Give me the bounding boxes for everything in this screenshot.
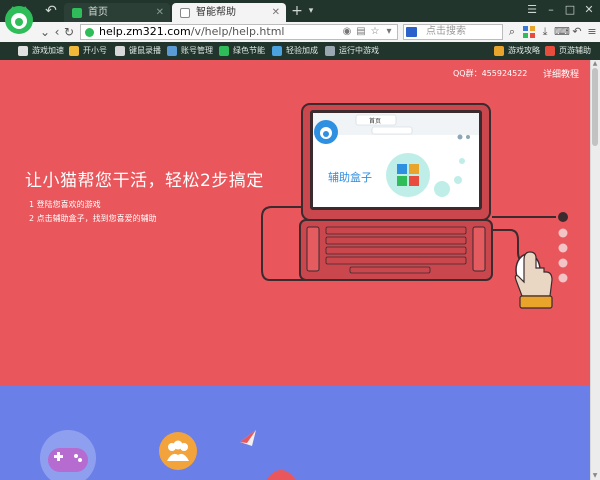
reader-icon[interactable]: ▤ — [355, 25, 367, 39]
bookmark-running-games[interactable]: 运行中游戏 — [325, 42, 379, 60]
tab-label: 智能帮助 — [196, 7, 236, 18]
bookmarks-bar: 游戏加速 开小号 键鼠录播 账号管理 绿色节能 轻验加成 运行中游戏 游戏攻略 … — [0, 42, 600, 60]
download-icon[interactable]: ⤓ — [538, 25, 552, 39]
bookmark-green-save[interactable]: 绿色节能 — [219, 42, 265, 60]
bookmark-xp-bonus[interactable]: 轻验加成 — [272, 42, 318, 60]
gamepad-icon[interactable]: ⌨ — [554, 25, 570, 39]
tab-favicon-icon — [180, 8, 190, 18]
qq-group-text: QQ群：455924522 — [453, 69, 528, 78]
tab-home[interactable]: 首页 ✕ — [64, 3, 170, 22]
web-page: QQ群：455924522 详细教程 让小猫帮您干活，轻松2步搞定 1 登陆您喜… — [0, 60, 590, 480]
site-security-icon — [85, 28, 94, 37]
new-tab-button[interactable]: + — [290, 3, 304, 19]
bookmark-account-manage[interactable]: 账号管理 — [167, 42, 213, 60]
tab-list-icon[interactable]: ▾ — [305, 4, 317, 18]
features-section — [0, 386, 590, 480]
history-back-icon[interactable]: ↶ — [42, 3, 60, 19]
hero-title: 让小猫帮您干活，轻松2步搞定 — [25, 171, 264, 191]
search-placeholder: 点击搜索 — [426, 26, 466, 37]
scroll-down-arrow-icon[interactable]: ▼ — [590, 471, 600, 480]
box-label: 辅助盒子 — [328, 170, 372, 184]
scroll-up-arrow-icon[interactable]: ▲ — [590, 60, 600, 68]
app-logo-icon[interactable] — [3, 3, 35, 35]
group-feature-icon[interactable] — [158, 431, 198, 471]
laptop-illustration: 首页 辅助盒子 — [261, 103, 568, 309]
url-dropdown-icon[interactable]: ▾ — [383, 25, 395, 39]
rocket-feature-icon[interactable] — [238, 428, 260, 448]
search-engine-icon[interactable] — [406, 27, 417, 37]
refresh-icon[interactable]: ↻ — [62, 24, 76, 40]
title-bar: ↶ 首页 ✕ 智能帮助 ✕ + ▾ ☰ – □ ✕ — [0, 0, 600, 34]
close-tab-icon[interactable]: ✕ — [156, 3, 164, 22]
guide-link[interactable]: 详细教程 — [543, 67, 579, 80]
gamepad-feature-icon[interactable] — [40, 428, 96, 480]
hero-section: QQ群：455924522 详细教程 让小猫帮您干活，轻松2步搞定 1 登陆您喜… — [0, 60, 590, 386]
maximize-icon[interactable]: □ — [562, 2, 578, 18]
gamepad-icon — [325, 46, 335, 56]
bookmark-game-boost[interactable]: 游戏加速 — [18, 42, 64, 60]
toolbar-menu-icon[interactable]: ≡ — [585, 25, 599, 39]
bookmark-webgame-assist[interactable]: 页游辅助 — [545, 42, 591, 60]
scrollbar-thumb[interactable] — [592, 68, 598, 146]
book-icon — [494, 46, 504, 56]
tab-label: 首页 — [88, 7, 108, 18]
decor-circle — [266, 470, 296, 480]
step-2-text: 2 点击辅助盒子，找到您喜爱的辅助 — [29, 214, 157, 223]
tools-icon — [545, 46, 555, 56]
undo-icon[interactable]: ↶ — [570, 25, 584, 39]
account-icon — [167, 46, 177, 56]
mini-tab-label: 首页 — [369, 117, 381, 125]
keyboard-icon — [115, 46, 125, 56]
speed-mode-icon[interactable]: ◉ — [341, 25, 353, 39]
search-icon[interactable]: ⌕ — [504, 24, 520, 40]
bookmark-game-guide[interactable]: 游戏攻略 — [494, 42, 540, 60]
bookmark-alt-account[interactable]: 开小号 — [69, 42, 107, 60]
step-1-text: 1 登陆您喜欢的游戏 — [29, 200, 101, 209]
gift-icon — [272, 46, 282, 56]
tab-smart-help[interactable]: 智能帮助 ✕ — [172, 3, 286, 22]
tab-favicon-icon — [72, 8, 82, 18]
address-input[interactable]: help.zm321.com/v/help/help.html ◉ ▤ ☆ ▾ — [80, 24, 398, 40]
favorite-star-icon[interactable]: ☆ — [369, 25, 381, 39]
menu-icon[interactable]: ☰ — [524, 2, 540, 18]
url-text[interactable]: help.zm321.com/v/help/help.html — [99, 25, 285, 39]
close-icon[interactable]: ✕ — [581, 2, 597, 18]
search-input[interactable]: 点击搜索 — [403, 24, 503, 40]
user-add-icon — [69, 46, 79, 56]
navigation-bar: ⌄ ‹ ↻ help.zm321.com/v/help/help.html ◉ … — [0, 22, 600, 42]
apps-grid-icon[interactable] — [522, 25, 536, 39]
bookmark-macro-record[interactable]: 键鼠录播 — [115, 42, 161, 60]
leaf-icon — [219, 46, 229, 56]
rocket-icon — [18, 46, 28, 56]
close-tab-icon[interactable]: ✕ — [272, 3, 280, 22]
minimize-icon[interactable]: – — [543, 2, 559, 18]
